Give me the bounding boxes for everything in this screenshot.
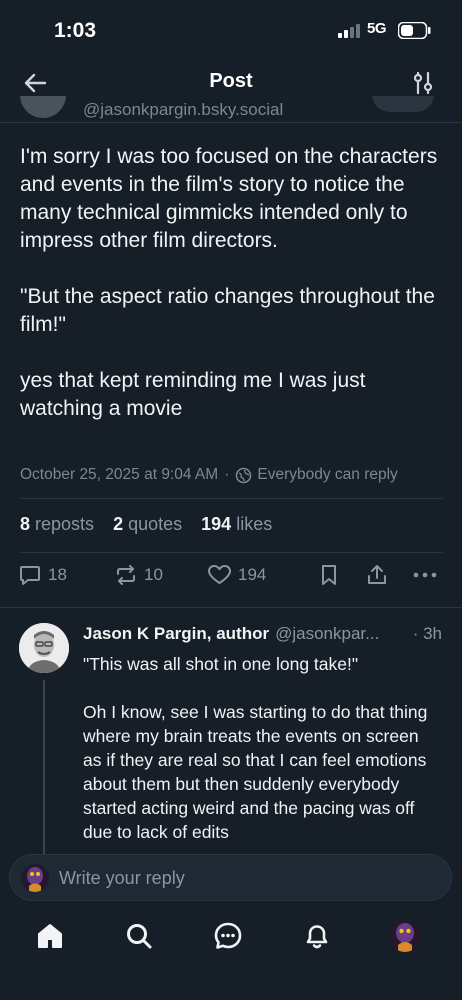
post-paragraph: I'm sorry I was too focused on the chara… — [20, 145, 438, 252]
repost-button[interactable]: 10 — [114, 563, 163, 587]
more-dots-icon — [413, 572, 437, 578]
reply-button[interactable]: 18 — [18, 563, 67, 587]
profile-avatar — [389, 920, 421, 952]
reposts-stat[interactable]: 8 reposts — [20, 514, 94, 535]
reply-paragraph: Oh I know, see I was starting to do that… — [83, 702, 428, 842]
likes-stat[interactable]: 194 likes — [201, 514, 272, 535]
repost-icon — [117, 565, 135, 585]
reply-count: 18 — [48, 565, 67, 584]
quotes-stat[interactable]: 2 quotes — [113, 514, 182, 535]
bookmark-icon — [322, 565, 336, 585]
nav-profile[interactable] — [388, 919, 422, 953]
nav-notifications[interactable] — [300, 919, 334, 953]
reply-author-name[interactable]: Jason K Pargin, author — [83, 624, 269, 644]
reply-composer[interactable]: Write your reply — [9, 854, 452, 901]
home-icon — [38, 924, 62, 948]
reply-post[interactable]: Jason K Pargin, author @jasonkpar... · 3… — [0, 608, 462, 858]
reply-paragraph: "This was all shot in one long take!" — [83, 654, 359, 674]
chat-icon — [214, 922, 242, 949]
reply-setting: Everybody can reply — [257, 466, 398, 483]
post-timestamp: October 25, 2025 at 9:04 AM — [20, 466, 219, 483]
globe-icon — [236, 467, 252, 483]
post-paragraph: yes that kept reminding me I was just wa… — [20, 369, 366, 420]
engagement-stats: 8 reposts 2 quotes 194 likes — [20, 514, 291, 535]
page-title: Post — [209, 70, 253, 92]
post-text: I'm sorry I was too focused on the chara… — [20, 143, 445, 451]
reply-avatar[interactable] — [19, 623, 69, 673]
author-avatar[interactable] — [20, 96, 66, 118]
compose-placeholder: Write your reply — [59, 868, 185, 888]
meta-separator: · — [224, 466, 230, 483]
bell-icon — [306, 925, 328, 949]
nav-home[interactable] — [33, 919, 67, 953]
post-actions: 18 10 194 — [0, 563, 462, 595]
search-icon — [127, 924, 152, 949]
more-button[interactable] — [412, 563, 438, 587]
profile-avatar-icon — [389, 920, 421, 952]
share-button[interactable] — [365, 563, 389, 587]
divider — [20, 498, 443, 499]
reply-text: "This was all shot in one long take!" Oh… — [83, 652, 428, 858]
post-paragraph: "But the aspect ratio changes throughout… — [20, 285, 435, 336]
reply-time: · 3h — [412, 624, 442, 643]
user-avatar-icon — [21, 864, 49, 892]
bottom-nav — [0, 905, 462, 1000]
thread-line — [43, 680, 45, 858]
nav-search[interactable] — [122, 919, 156, 953]
nav-chat[interactable] — [211, 919, 245, 953]
reply-author-handle[interactable]: @jasonkpar... — [275, 624, 379, 644]
author-handle[interactable]: @jasonkpargin.bsky.social — [83, 100, 283, 120]
reply-header: Jason K Pargin, author @jasonkpar... · 3… — [83, 624, 453, 644]
status-bar: 1:03 5G — [0, 0, 462, 60]
author-row: @jasonkpargin.bsky.social — [0, 96, 462, 123]
repost-count: 10 — [144, 565, 163, 584]
user-avatar — [21, 864, 49, 892]
follow-button[interactable] — [372, 96, 434, 112]
status-time: 1:03 — [54, 19, 97, 42]
like-count: 194 — [238, 565, 267, 584]
post-meta: October 25, 2025 at 9:04 AM · Everybody … — [20, 466, 398, 484]
network-label: 5G — [367, 20, 387, 37]
header-divider — [0, 122, 462, 123]
bookmark-button[interactable] — [318, 563, 340, 587]
heart-icon — [208, 565, 231, 584]
battery-icon — [398, 22, 431, 39]
sliders-icon[interactable] — [408, 68, 438, 98]
share-icon — [368, 565, 386, 584]
author-portrait-icon — [19, 623, 69, 673]
divider — [20, 552, 443, 553]
comment-icon — [20, 566, 40, 585]
like-button[interactable]: 194 — [207, 563, 266, 587]
signal-icon — [338, 24, 360, 38]
